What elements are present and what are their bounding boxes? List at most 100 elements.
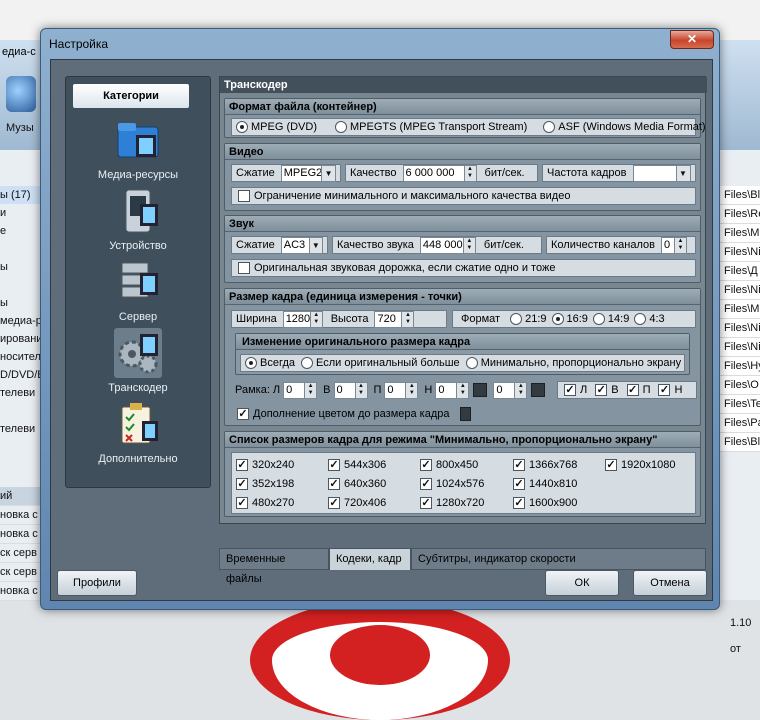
list-item[interactable]	[0, 402, 40, 420]
video-quality-input[interactable]: 6 000 000	[402, 164, 465, 182]
border-bottom-input[interactable]: 0	[435, 381, 458, 399]
size-checkbox[interactable]: ✓	[236, 496, 248, 509]
log-row[interactable]: новка с	[0, 525, 40, 544]
channels-spinner[interactable]: ▲ ▼	[675, 236, 687, 254]
size-item[interactable]: ✓ 800x450	[420, 455, 484, 474]
border-left-input[interactable]: 0	[283, 381, 306, 399]
audio-compression-select[interactable]: AC3	[280, 236, 310, 254]
list-item[interactable]: ы	[0, 294, 40, 312]
path-row[interactable]: Files\Ni	[718, 338, 760, 357]
audio-quality-spinner[interactable]: ▲ ▼	[463, 236, 476, 254]
size-item[interactable]: ✓ 720x406	[328, 493, 386, 512]
video-limit-checkbox[interactable]	[238, 190, 250, 202]
path-row[interactable]: Files\Ni	[718, 243, 760, 262]
border-color-swatch[interactable]	[473, 383, 488, 397]
container-radio-mpegts[interactable]	[335, 121, 347, 133]
audio-quality-input[interactable]: 448 000	[419, 236, 464, 254]
list-item[interactable]: телеви	[0, 420, 40, 438]
size-item[interactable]: ✓ 1024x576	[420, 474, 484, 493]
size-checkbox[interactable]: ✓	[420, 496, 432, 509]
video-compression-select[interactable]: MPEG2	[280, 164, 323, 182]
border-bottom-spinner[interactable]: ▲ ▼	[457, 381, 470, 399]
border-check-bottom[interactable]: ✓	[658, 384, 671, 396]
log-row[interactable]: ск серв	[0, 563, 40, 582]
format-radio-14-9[interactable]	[592, 313, 605, 325]
format-radio-21-9[interactable]	[510, 313, 523, 325]
list-item[interactable]: е	[0, 222, 40, 240]
cancel-button[interactable]: Отмена	[633, 570, 707, 596]
size-item[interactable]: ✓ 1600x900	[513, 493, 577, 512]
path-row[interactable]: Files\Te	[718, 395, 760, 414]
path-row[interactable]: Files\Hy	[718, 357, 760, 376]
border-right-spinner[interactable]: ▲ ▼	[406, 381, 419, 399]
border-extra-input[interactable]: 0	[493, 381, 516, 399]
resize-radio-always[interactable]	[245, 357, 257, 369]
size-checkbox[interactable]: ✓	[420, 477, 432, 490]
close-button[interactable]: ✕	[670, 30, 714, 49]
size-item[interactable]: ✓ 352x198	[236, 474, 294, 493]
list-item[interactable]: и	[0, 204, 40, 222]
size-item[interactable]: ✓ 1366x768	[513, 455, 577, 474]
framerate-select[interactable]	[632, 164, 677, 182]
path-row[interactable]: Files\Д	[718, 262, 760, 281]
path-row[interactable]: Files\Ni	[718, 281, 760, 300]
resize-radio-if-larger[interactable]	[301, 357, 314, 369]
channels-input[interactable]: 0	[661, 236, 675, 254]
border-right-input[interactable]: 0	[384, 381, 407, 399]
path-row[interactable]: Files\Re	[718, 205, 760, 224]
border-check-top[interactable]: ✓	[595, 384, 608, 396]
size-item[interactable]: ✓ 544x306	[328, 455, 386, 474]
chevron-down-icon[interactable]: ▼	[309, 236, 323, 254]
category-transcoder[interactable]: Транскодер	[65, 328, 211, 394]
size-checkbox[interactable]: ✓	[513, 477, 525, 490]
ok-button[interactable]: ОК	[545, 570, 619, 596]
size-checkbox[interactable]: ✓	[236, 477, 248, 490]
chevron-down-icon[interactable]: ▼	[322, 164, 336, 182]
fill-checkbox[interactable]: ✓	[237, 408, 249, 420]
list-item[interactable]: медиа-р	[0, 312, 40, 330]
size-checkbox[interactable]: ✓	[328, 496, 340, 509]
border-top-input[interactable]: 0	[333, 381, 356, 399]
list-item[interactable]: D/DVD/B	[0, 366, 40, 384]
path-row[interactable]: Files\Bl	[718, 433, 760, 452]
path-row[interactable]: Files\Ni	[718, 319, 760, 338]
border-left-spinner[interactable]: ▲ ▼	[305, 381, 318, 399]
container-radio-mpeg[interactable]	[236, 121, 248, 133]
format-radio-16-9[interactable]	[551, 313, 564, 325]
path-row[interactable]: Files\Bl	[718, 186, 760, 205]
list-item[interactable]: ы	[0, 258, 40, 276]
width-input[interactable]: 1280	[282, 310, 311, 328]
tab-codecs-frame[interactable]: Кодеки, кадр	[329, 548, 411, 570]
path-row[interactable]: Files\M	[718, 300, 760, 319]
container-radio-asf[interactable]	[543, 121, 556, 133]
border-check-left[interactable]: ✓	[564, 384, 576, 396]
music-icon[interactable]	[6, 76, 36, 112]
log-row[interactable]: новка с	[0, 582, 40, 601]
border-extra-swatch[interactable]	[531, 383, 546, 397]
size-item[interactable]: ✓ 320x240	[236, 455, 294, 474]
tab-temp-files[interactable]: Временные файлы	[219, 548, 329, 585]
height-spinner[interactable]: ▲ ▼	[402, 310, 415, 328]
size-checkbox[interactable]: ✓	[328, 477, 340, 490]
size-item[interactable]: ✓ 480x270	[236, 493, 294, 512]
size-checkbox[interactable]: ✓	[605, 458, 617, 471]
width-spinner[interactable]: ▲ ▼	[310, 310, 323, 328]
path-row[interactable]: Files\Pa	[718, 414, 760, 433]
path-row[interactable]: Files\O	[718, 376, 760, 395]
path-row[interactable]: Files\M	[718, 224, 760, 243]
border-top-spinner[interactable]: ▲ ▼	[355, 381, 368, 399]
size-item[interactable]: ✓ 640x360	[328, 474, 386, 493]
log-row[interactable]: ск серв	[0, 544, 40, 563]
border-extra-spinner[interactable]: ▲ ▼	[515, 381, 528, 399]
height-input[interactable]: 720	[374, 310, 403, 328]
category-server[interactable]: Сервер	[65, 257, 211, 323]
size-checkbox[interactable]: ✓	[513, 458, 525, 471]
format-radio-4-3[interactable]	[634, 313, 647, 325]
chevron-down-icon[interactable]: ▼	[676, 164, 691, 182]
tab-subtitles-speed[interactable]: Субтитры, индикатор скорости	[411, 548, 706, 570]
list-item[interactable]: телеви	[0, 384, 40, 402]
audio-original-checkbox[interactable]	[238, 262, 250, 274]
quality-spinner[interactable]: ▲ ▼	[464, 164, 477, 182]
list-item[interactable]	[0, 240, 40, 258]
log-row[interactable]: новка с	[0, 506, 40, 525]
